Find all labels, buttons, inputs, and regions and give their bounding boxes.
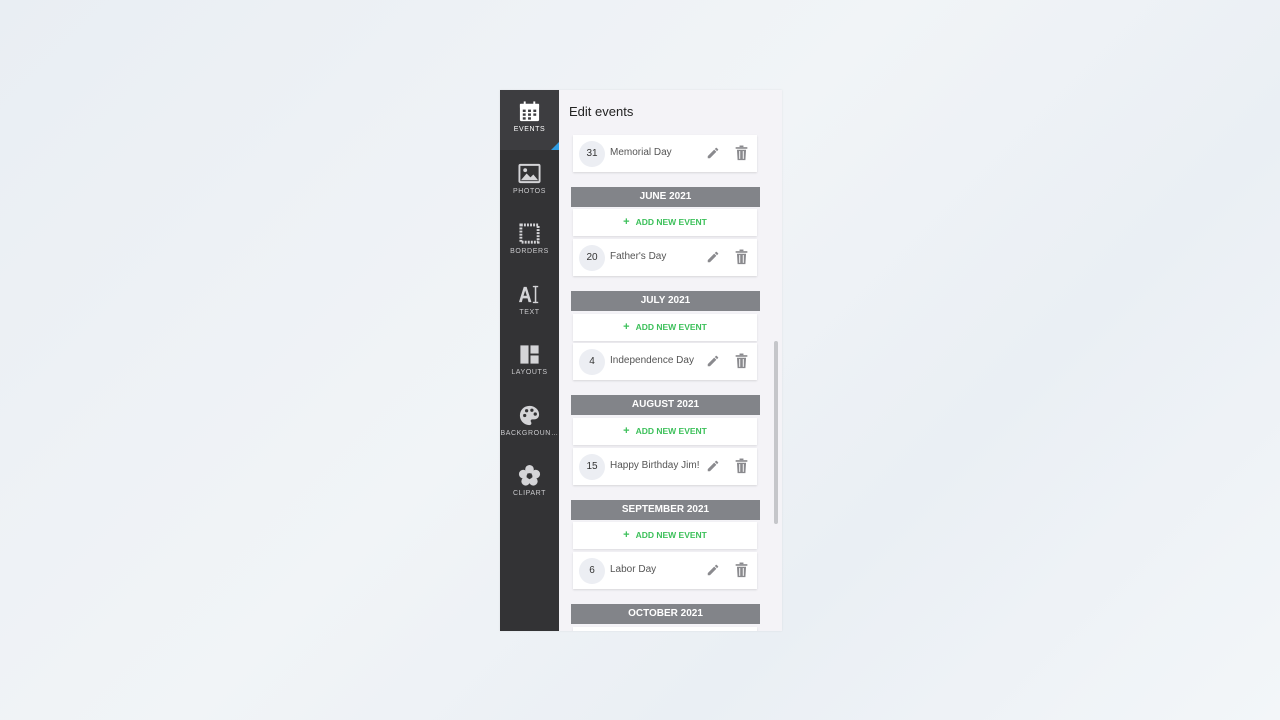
tool-sidebar: EVENTS PHOTOS BORDERS TEXT LAYOUTS BACKG… — [500, 90, 559, 631]
event-item: 31 Memorial Day — [573, 135, 757, 172]
add-event-button-august[interactable]: + ADD NEW EVENT — [573, 418, 757, 445]
image-icon — [518, 163, 541, 184]
sidebar-item-label: LAYOUTS — [511, 369, 548, 376]
month-header-september: SEPTEMBER 2021 — [571, 500, 760, 520]
add-event-button-september[interactable]: + ADD NEW EVENT — [573, 522, 757, 549]
panel-title: Edit events — [569, 104, 634, 119]
sidebar-item-photos[interactable]: PHOTOS — [500, 152, 559, 210]
sidebar-item-label: BORDERS — [510, 248, 549, 255]
event-name: Father's Day — [610, 251, 667, 262]
add-event-label: ADD NEW EVENT — [635, 426, 707, 436]
sidebar-item-events[interactable]: EVENTS — [500, 90, 559, 150]
event-name: Independence Day — [610, 355, 694, 366]
plus-icon: + — [623, 529, 630, 541]
sidebar-item-label: CLIPART — [512, 490, 547, 497]
plus-icon: + — [623, 425, 630, 437]
add-event-button-october[interactable] — [573, 627, 757, 631]
month-header-october: OCTOBER 2021 — [571, 604, 760, 624]
trash-icon[interactable] — [735, 562, 748, 578]
sidebar-item-clipart[interactable]: CLIPART — [500, 454, 559, 512]
event-item: 4 Independence Day — [573, 343, 757, 380]
border-frame-icon — [519, 223, 540, 244]
event-day-badge: 31 — [579, 141, 605, 167]
trash-icon[interactable] — [735, 249, 748, 265]
palette-icon — [519, 405, 540, 426]
sidebar-item-label: BACKGROUN… — [500, 430, 559, 437]
sidebar-item-layouts[interactable]: LAYOUTS — [500, 333, 559, 391]
plus-icon: + — [623, 216, 630, 228]
plus-icon: + — [623, 321, 630, 333]
sidebar-item-text[interactable]: TEXT — [500, 273, 559, 331]
flower-icon — [518, 464, 541, 486]
trash-icon[interactable] — [735, 145, 748, 161]
event-name: Labor Day — [610, 564, 657, 575]
active-indicator — [551, 142, 559, 150]
pencil-icon[interactable] — [706, 354, 720, 368]
event-day-badge: 4 — [579, 349, 605, 375]
text-icon — [518, 285, 539, 304]
event-day-badge: 20 — [579, 245, 605, 271]
calendar-icon — [519, 101, 540, 122]
add-event-label: ADD NEW EVENT — [635, 322, 707, 332]
add-event-button-july[interactable]: + ADD NEW EVENT — [573, 314, 757, 341]
month-header-august: AUGUST 2021 — [571, 395, 760, 415]
sidebar-item-label: TEXT — [519, 309, 540, 316]
scrollbar-thumb[interactable] — [774, 341, 778, 524]
sidebar-item-backgrounds[interactable]: BACKGROUN… — [500, 394, 559, 452]
pencil-icon[interactable] — [706, 459, 720, 473]
add-event-label: ADD NEW EVENT — [635, 217, 707, 227]
month-header-june: JUNE 2021 — [571, 187, 760, 207]
add-event-button-june[interactable]: + ADD NEW EVENT — [573, 209, 757, 236]
trash-icon[interactable] — [735, 353, 748, 369]
event-day-badge: 15 — [579, 454, 605, 480]
event-item: 6 Labor Day — [573, 552, 757, 589]
sidebar-item-label: PHOTOS — [512, 188, 547, 195]
event-item: 20 Father's Day — [573, 239, 757, 276]
trash-icon[interactable] — [735, 458, 748, 474]
pencil-icon[interactable] — [706, 563, 720, 577]
event-name: Memorial Day — [610, 147, 672, 158]
sidebar-item-label: EVENTS — [513, 126, 546, 133]
event-name: Happy Birthday Jim! — [610, 460, 700, 471]
month-header-july: JULY 2021 — [571, 291, 760, 311]
event-day-badge: 6 — [579, 558, 605, 584]
sidebar-item-borders[interactable]: BORDERS — [500, 212, 559, 270]
add-event-label: ADD NEW EVENT — [635, 530, 707, 540]
layout-icon — [520, 345, 539, 364]
pencil-icon[interactable] — [706, 146, 720, 160]
edit-events-content: Edit events 31 Memorial Day JUNE 2021 + A… — [559, 90, 782, 631]
pencil-icon[interactable] — [706, 250, 720, 264]
events-panel: EVENTS PHOTOS BORDERS TEXT LAYOUTS BACKG… — [500, 90, 782, 631]
event-item: 15 Happy Birthday Jim! — [573, 448, 757, 485]
